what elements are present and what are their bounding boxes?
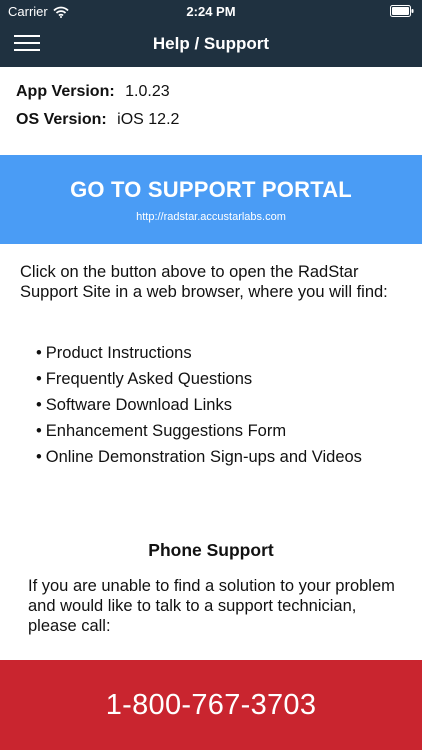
version-info: App Version: 1.0.23 OS Version: iOS 12.2 <box>16 82 179 138</box>
os-version-row: OS Version: iOS 12.2 <box>16 110 179 138</box>
list-item: • Software Download Links <box>36 396 232 414</box>
os-version-value: iOS 12.2 <box>117 111 180 128</box>
app-version-label: App Version: <box>16 83 115 100</box>
list-item: • Product Instructions <box>36 344 192 362</box>
feature-label: Software Download Links <box>45 396 232 414</box>
top-bar: Carrier 2:24 PM Help / Support <box>0 0 422 67</box>
list-item: • Online Demonstration Sign-ups and Video… <box>36 448 362 466</box>
list-item: • Enhancement Suggestions Form <box>36 422 287 440</box>
phone-support-heading: Phone Support <box>148 540 274 560</box>
support-portal-button[interactable]: GO TO SUPPORT PORTAL http://radstar.accu… <box>0 155 422 244</box>
list-item: • Frequently Asked Questions <box>36 370 253 388</box>
feature-list: • Product Instructions • Frequently Asked … <box>36 343 396 473</box>
battery-icon <box>390 5 414 17</box>
phone-support-text: If you are unable to find a solution to … <box>28 577 395 635</box>
feature-label: Online Demonstration Sign-ups and Videos <box>45 448 362 466</box>
status-bar: Carrier 2:24 PM <box>0 0 422 22</box>
app-version-row: App Version: 1.0.23 <box>16 82 179 110</box>
navigation-bar: Help / Support <box>0 22 422 67</box>
app-version-value: 1.0.23 <box>125 83 170 100</box>
os-version-label: OS Version: <box>16 111 107 128</box>
feature-label: Enhancement Suggestions Form <box>45 422 287 440</box>
feature-label: Product Instructions <box>45 344 192 362</box>
feature-label: Frequently Asked Questions <box>45 370 253 388</box>
support-portal-url: http://radstar.accustarlabs.com <box>136 211 286 223</box>
intro-text: Click on the button above to open the Ra… <box>20 263 388 301</box>
page-title: Help / Support <box>152 34 270 53</box>
support-portal-label: GO TO SUPPORT PORTAL <box>70 177 352 202</box>
status-time: 2:24 PM <box>186 4 236 19</box>
call-support-button[interactable]: 1-800-767-3703 <box>0 660 422 750</box>
